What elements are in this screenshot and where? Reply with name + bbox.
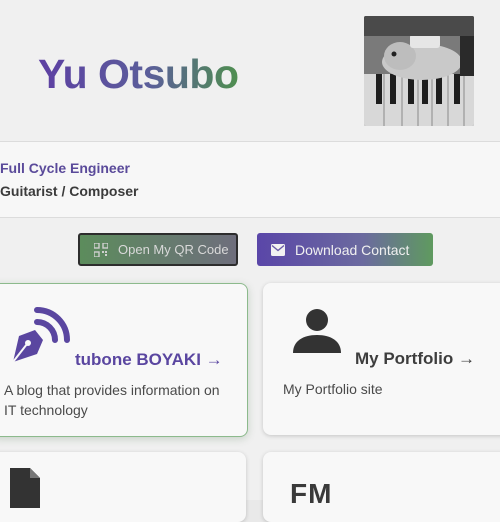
envelope-icon: [271, 243, 285, 257]
profile-name: Yu Otsubo: [38, 51, 239, 97]
role-engineer: Full Cycle Engineer: [0, 160, 130, 176]
blog-card-description: A blog that provides information on IT t…: [4, 382, 220, 418]
portfolio-card[interactable]: My Portfolio → My Portfolio site: [263, 283, 500, 435]
download-contact-button[interactable]: Download Contact: [257, 233, 433, 266]
avatar-photo: [364, 16, 474, 126]
fm-logo-icon: FM: [290, 478, 333, 509]
blog-card-title[interactable]: tubone BOYAKI →: [75, 350, 223, 370]
fm-card[interactable]: FM: [263, 452, 500, 522]
download-contact-label: Download Contact: [295, 241, 410, 258]
document-card[interactable]: [0, 452, 246, 522]
qr-code-icon: [93, 241, 109, 258]
fountain-pen-rss-icon: [1, 296, 73, 373]
person-icon: [293, 307, 341, 360]
open-qr-code-button[interactable]: Open My QR Code: [78, 233, 238, 266]
role-musician: Guitarist / Composer: [0, 183, 139, 199]
avatar: [364, 16, 474, 126]
open-qr-code-label: Open My QR Code: [118, 242, 229, 257]
title-card: Full Cycle Engineer Guitarist / Composer: [0, 141, 500, 218]
blog-card[interactable]: tubone BOYAKI → A blog that provides inf…: [0, 283, 248, 437]
portfolio-card-title[interactable]: My Portfolio →: [355, 349, 475, 369]
portfolio-card-description: My Portfolio site: [283, 381, 383, 397]
page: Yu Otsubo Full Cycle Engineer Guitarist …: [0, 0, 500, 522]
document-icon: [10, 468, 40, 513]
